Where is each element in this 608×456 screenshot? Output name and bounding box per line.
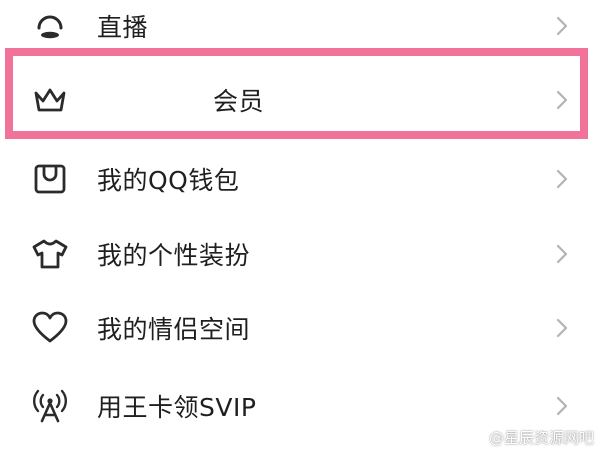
- chevron-right-icon: [552, 242, 572, 266]
- watermark: @星辰资源网吧: [469, 427, 594, 448]
- menu-item-live[interactable]: 直播: [0, 0, 608, 64]
- tshirt-icon: [30, 234, 70, 274]
- menu-item-vip[interactable]: 会员: [0, 62, 608, 138]
- watermark-logo-icon: [469, 430, 485, 446]
- chevron-right-icon: [552, 394, 572, 418]
- menu-item-qq-wallet[interactable]: 我的QQ钱包: [0, 141, 608, 217]
- menu-item-label: 会员: [213, 87, 265, 116]
- chevron-right-icon: [552, 316, 572, 340]
- menu-item-personal-dressup[interactable]: 我的个性装扮: [0, 216, 608, 292]
- menu-item-label: 我的个性装扮: [97, 241, 251, 270]
- menu-item-label: 我的QQ钱包: [97, 166, 240, 195]
- chevron-right-icon: [552, 88, 572, 112]
- menu-item-label: 我的情侣空间: [97, 315, 251, 344]
- settings-menu: 直播 会员 我的QQ钱包 我的个性装扮 我的情侣空间 用王卡领SVIP @星辰资…: [0, 0, 608, 456]
- chevron-right-icon: [552, 14, 572, 38]
- crown-icon: [30, 80, 70, 120]
- wallet-icon: [30, 159, 70, 199]
- chevron-right-icon: [552, 167, 572, 191]
- watermark-text: @星辰资源网吧: [488, 429, 594, 447]
- heart-icon: [30, 308, 70, 348]
- menu-item-label: 用王卡领SVIP: [97, 393, 257, 422]
- menu-item-label: 直播: [97, 13, 149, 42]
- live-icon: [30, 6, 70, 46]
- antenna-icon: [30, 386, 70, 426]
- menu-item-couple-space[interactable]: 我的情侣空间: [0, 290, 608, 366]
